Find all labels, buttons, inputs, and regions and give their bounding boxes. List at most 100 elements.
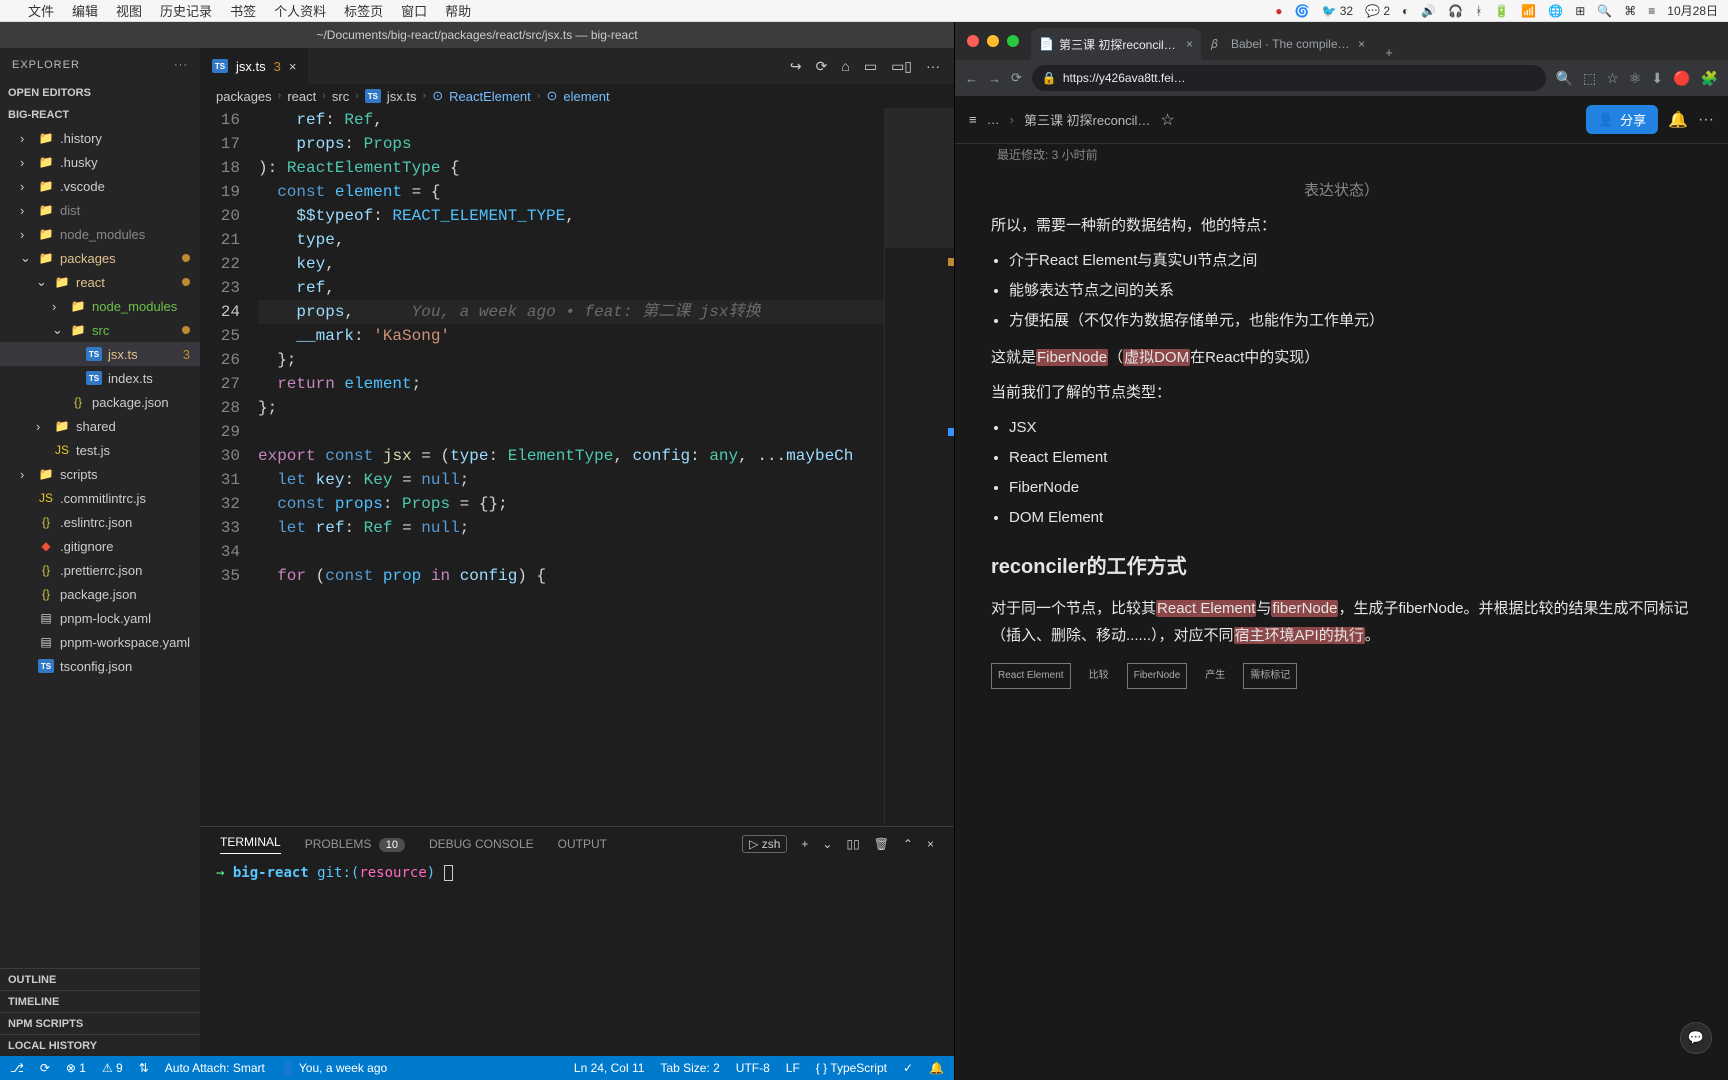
status-globe-icon[interactable]: 🌐 bbox=[1548, 4, 1563, 18]
tree-file[interactable]: ▤pnpm-workspace.yaml bbox=[0, 630, 200, 654]
tree-folder[interactable]: ›📁shared bbox=[0, 414, 200, 438]
tab-jsx-ts[interactable]: TS jsx.ts 3 × bbox=[200, 48, 309, 84]
status-sync-icon[interactable]: ⟳ bbox=[40, 1061, 50, 1075]
doc-breadcrumb-1[interactable]: 第三课 初探reconcil… bbox=[1024, 110, 1150, 129]
bookmark-icon[interactable]: ☆ bbox=[1606, 70, 1619, 87]
status-cursor-pos[interactable]: Ln 24, Col 11 bbox=[574, 1061, 645, 1075]
tab-close-icon[interactable]: × bbox=[1358, 37, 1365, 51]
status-headphones-icon[interactable]: 🎧 bbox=[1448, 4, 1463, 18]
status-control-icon[interactable]: ⌘ bbox=[1624, 4, 1636, 18]
nav-reload-icon[interactable]: ⟳ bbox=[1011, 70, 1022, 86]
code-editor[interactable]: 1617181920212223242526272829303132333435… bbox=[200, 108, 884, 826]
status-port-icon[interactable]: ⇅ bbox=[139, 1061, 149, 1075]
tree-file[interactable]: ▤pnpm-lock.yaml bbox=[0, 606, 200, 630]
tree-file[interactable]: JStest.js bbox=[0, 438, 200, 462]
tree-folder[interactable]: ›📁.vscode bbox=[0, 174, 200, 198]
nav-back-icon[interactable]: ← bbox=[965, 71, 978, 86]
editor-action-split-icon[interactable]: ▭▯ bbox=[891, 58, 912, 75]
menu-bookmarks[interactable]: 书签 bbox=[230, 1, 256, 20]
menu-file[interactable]: 文件 bbox=[28, 1, 54, 20]
editor-action-diff-icon[interactable]: ⟳ bbox=[816, 58, 828, 75]
nav-forward-icon[interactable]: → bbox=[988, 71, 1001, 86]
new-tab-button[interactable]: + bbox=[1375, 45, 1403, 60]
panel-close-icon[interactable]: × bbox=[927, 837, 934, 851]
tree-file[interactable]: {}package.json bbox=[0, 582, 200, 606]
explorer-more-icon[interactable]: ··· bbox=[174, 59, 188, 71]
tree-folder[interactable]: ›📁scripts bbox=[0, 462, 200, 486]
editor-action-nav-icon[interactable]: ⌂ bbox=[841, 58, 849, 74]
tree-folder[interactable]: ›📁node_modules bbox=[0, 222, 200, 246]
tab-close-icon[interactable]: × bbox=[289, 59, 297, 74]
status-auto-attach[interactable]: Auto Attach: Smart bbox=[165, 1061, 265, 1075]
status-spinner-icon[interactable]: 🌀 bbox=[1295, 4, 1310, 18]
section-npm-scripts[interactable]: NPM SCRIPTS bbox=[0, 1012, 200, 1034]
tree-file[interactable]: {}package.json bbox=[0, 390, 200, 414]
menu-window[interactable]: 窗口 bbox=[401, 1, 427, 20]
editor-action-more-icon[interactable]: ··· bbox=[926, 58, 940, 74]
tree-file[interactable]: TSindex.ts bbox=[0, 366, 200, 390]
reader-icon[interactable]: ⬚ bbox=[1583, 70, 1596, 87]
tree-file[interactable]: {}.eslintrc.json bbox=[0, 510, 200, 534]
zoom-icon[interactable]: 🔍 bbox=[1556, 70, 1573, 87]
menu-tabs[interactable]: 标签页 bbox=[344, 1, 383, 20]
status-tray-icon[interactable]: ≡ bbox=[1648, 4, 1655, 18]
terminal-new-icon[interactable]: + bbox=[801, 837, 808, 851]
tree-folder[interactable]: ›📁.history bbox=[0, 126, 200, 150]
terminal-dropdown-icon[interactable]: ⌄ bbox=[822, 837, 832, 851]
fullscreen-icon[interactable] bbox=[1007, 35, 1019, 47]
tree-file[interactable]: ◆.gitignore bbox=[0, 534, 200, 558]
panel-tab-terminal[interactable]: TERMINAL bbox=[220, 835, 281, 854]
status-bell-icon[interactable]: 🔔 bbox=[929, 1061, 944, 1075]
status-errors[interactable]: ⊗ 1 bbox=[66, 1061, 86, 1075]
status-battery-icon[interactable]: 🔋 bbox=[1494, 4, 1509, 18]
status-wifi-icon[interactable]: 📶 bbox=[1521, 4, 1536, 18]
status-tabsize[interactable]: Tab Size: 2 bbox=[660, 1061, 719, 1075]
editor-action-preview-icon[interactable]: ▭ bbox=[864, 58, 877, 75]
tree-folder[interactable]: ›📁.husky bbox=[0, 150, 200, 174]
tree-file[interactable]: JS.commitlintrc.js bbox=[0, 486, 200, 510]
terminal-split-icon[interactable]: ▯▯ bbox=[846, 837, 859, 851]
tree-file[interactable]: {}.prettierrc.json bbox=[0, 558, 200, 582]
status-prettier-icon[interactable]: ✓ bbox=[903, 1061, 913, 1075]
status-volume-icon[interactable]: 🔊 bbox=[1421, 4, 1436, 18]
tree-folder[interactable]: ›📁node_modules bbox=[0, 294, 200, 318]
terminal-trash-icon[interactable]: 🗑 bbox=[874, 837, 889, 851]
tree-file[interactable]: TSjsx.ts3 bbox=[0, 342, 200, 366]
address-bar[interactable]: 🔒 https://y426ava8tt.fei… bbox=[1032, 65, 1546, 91]
status-moon-icon[interactable]: ◐ bbox=[1402, 4, 1409, 18]
tab-close-icon[interactable]: × bbox=[1186, 37, 1193, 51]
minimap[interactable] bbox=[884, 108, 954, 826]
download-icon[interactable]: ⬇ bbox=[1651, 70, 1663, 87]
menu-help[interactable]: 帮助 bbox=[445, 1, 471, 20]
tree-folder[interactable]: ›📁dist bbox=[0, 198, 200, 222]
menu-history[interactable]: 历史记录 bbox=[160, 1, 212, 20]
status-bird-icon[interactable]: 🐦 32 bbox=[1321, 4, 1353, 18]
doc-more-icon[interactable]: ··· bbox=[1698, 111, 1714, 129]
breadcrumb[interactable]: packages› react› src› TS jsx.ts› ⊙ React… bbox=[200, 84, 954, 108]
profile-icon[interactable]: 🔴 bbox=[1673, 70, 1690, 87]
editor-action-run-icon[interactable]: ↪ bbox=[790, 58, 802, 75]
status-eol[interactable]: LF bbox=[786, 1061, 800, 1075]
tree-file[interactable]: TStsconfig.json bbox=[0, 654, 200, 678]
section-open-editors[interactable]: OPEN EDITORS bbox=[0, 82, 200, 104]
doc-menu-icon[interactable]: ≡ bbox=[969, 112, 977, 127]
doc-breadcrumb-0[interactable]: … bbox=[987, 112, 1000, 127]
panel-maximize-icon[interactable]: ⌃ bbox=[903, 837, 913, 851]
menu-profile[interactable]: 个人资料 bbox=[274, 1, 326, 20]
panel-tab-output[interactable]: OUTPUT bbox=[558, 837, 607, 851]
terminal-body[interactable]: → big-react git:(resource) bbox=[200, 861, 954, 1056]
terminal-shell-selector[interactable]: ▷ zsh bbox=[742, 835, 787, 853]
close-icon[interactable] bbox=[967, 35, 979, 47]
status-language[interactable]: { } TypeScript bbox=[816, 1061, 887, 1075]
panel-tab-debug[interactable]: DEBUG CONSOLE bbox=[429, 837, 534, 851]
tree-folder[interactable]: ⌄📁packages bbox=[0, 246, 200, 270]
doc-bell-icon[interactable]: 🔔 bbox=[1668, 110, 1688, 130]
doc-favorite-icon[interactable]: ☆ bbox=[1160, 110, 1174, 130]
extensions-icon[interactable]: 🧩 bbox=[1701, 70, 1718, 87]
status-record-icon[interactable]: ● bbox=[1275, 4, 1282, 18]
status-grid-icon[interactable]: ⊞ bbox=[1575, 4, 1585, 18]
panel-tab-problems[interactable]: PROBLEMS 10 bbox=[305, 837, 405, 851]
minimize-icon[interactable] bbox=[987, 35, 999, 47]
tree-folder[interactable]: ⌄📁react bbox=[0, 270, 200, 294]
status-wechat-icon[interactable]: 💬 2 bbox=[1365, 4, 1390, 18]
